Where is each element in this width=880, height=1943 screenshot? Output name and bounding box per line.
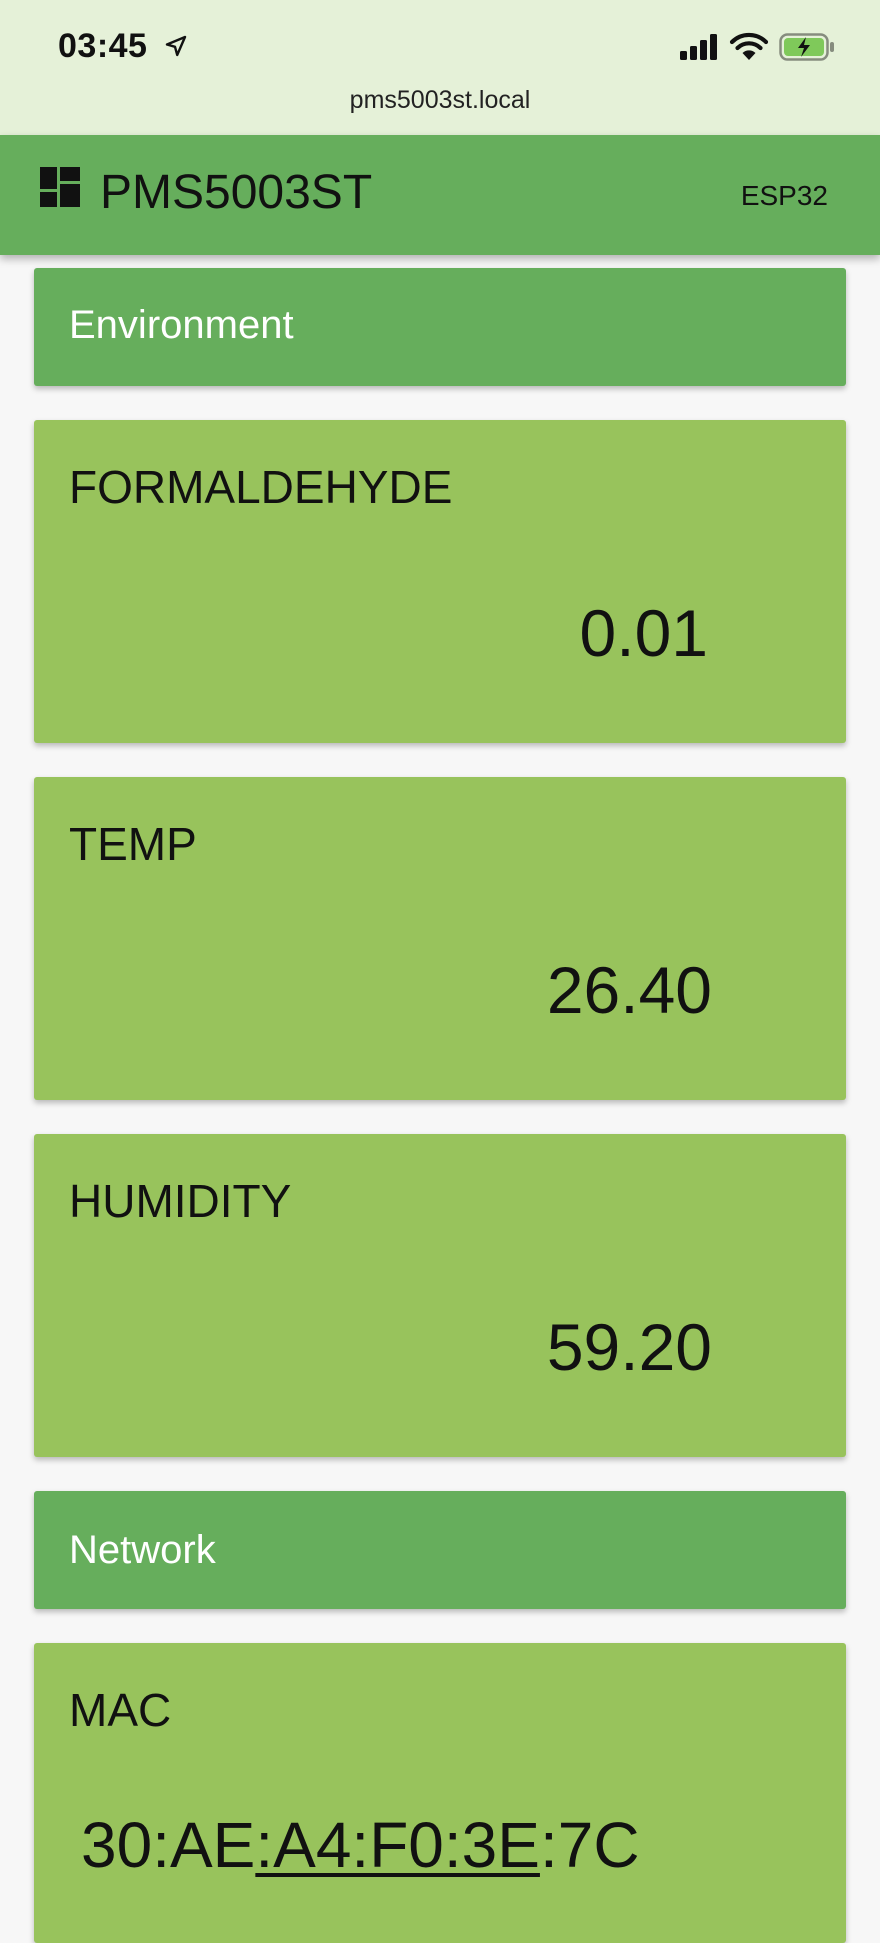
- status-bar: 03:45 pms5003st.local: [0, 0, 880, 135]
- battery-charging-icon: [779, 33, 834, 61]
- device-label: ESP32: [740, 180, 828, 211]
- card-label: MAC: [69, 1684, 172, 1736]
- location-arrow-icon: [165, 35, 187, 57]
- environment-group-header: Environment: [34, 268, 846, 386]
- card-value: 26.40: [546, 953, 712, 1027]
- card-label: FORMALDEHYDE: [69, 461, 453, 513]
- wifi-icon: [729, 32, 769, 60]
- mac-value-prefix: 30:AE: [81, 1809, 256, 1881]
- humidity-card: HUMIDITY 59.20: [34, 1134, 846, 1457]
- network-group-title: Network: [69, 1528, 216, 1572]
- temp-card: TEMP 26.40: [34, 777, 846, 1100]
- card-label: TEMP: [69, 818, 197, 870]
- mac-value-suffix: :7C: [539, 1809, 640, 1881]
- app-header: PMS5003ST ESP32: [0, 135, 880, 255]
- dashboard-icon: [40, 167, 80, 207]
- network-group-header: Network: [34, 1491, 846, 1609]
- mac-value-link[interactable]: :A4:F0:3E: [255, 1809, 540, 1881]
- cellular-signal-icon: [680, 34, 717, 60]
- app-title: PMS5003ST: [100, 166, 373, 219]
- formaldehyde-card: FORMALDEHYDE 0.01: [34, 420, 846, 743]
- environment-group-title: Environment: [69, 303, 294, 347]
- card-value: 0.01: [579, 596, 708, 670]
- card-label: HUMIDITY: [69, 1175, 292, 1227]
- mac-card: MAC 30:AE:A4:F0:3E:7C: [34, 1643, 846, 1943]
- card-value: 59.20: [546, 1310, 712, 1384]
- mac-value: 30:AE:A4:F0:3E:7C: [81, 1808, 640, 1882]
- status-time: 03:45: [58, 27, 148, 65]
- url-label[interactable]: pms5003st.local: [0, 86, 880, 115]
